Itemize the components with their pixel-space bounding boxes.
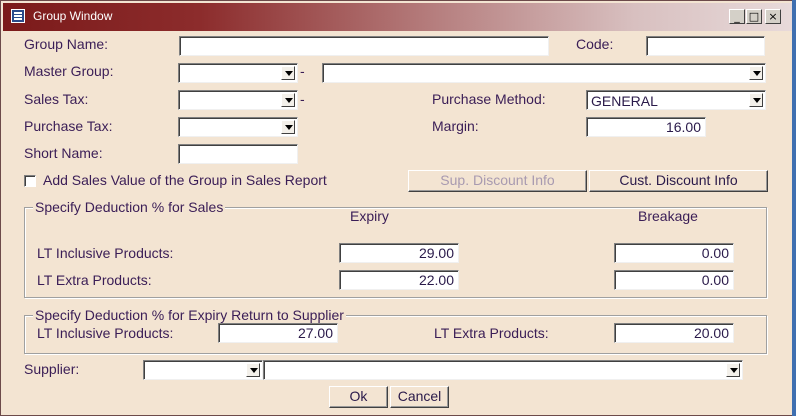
supplier-return-title: Specify Deduction % for Expiry Return to… bbox=[33, 307, 346, 323]
purchase-method-value: GENERAL bbox=[591, 93, 658, 109]
chevron-down-icon[interactable] bbox=[246, 363, 260, 377]
minimize-button[interactable]: _ bbox=[729, 9, 745, 24]
return-inclusive-input[interactable]: 27.00 bbox=[218, 323, 338, 343]
short-name-input[interactable] bbox=[178, 144, 298, 164]
sup-discount-info-button[interactable]: Sup. Discount Info bbox=[408, 170, 587, 192]
sales-inclusive-breakage-input[interactable]: 0.00 bbox=[614, 243, 734, 263]
close-button[interactable]: × bbox=[765, 9, 781, 24]
master-group-name-dropdown[interactable] bbox=[322, 63, 766, 83]
short-name-label: Short Name: bbox=[24, 145, 103, 161]
supplier-code-dropdown[interactable] bbox=[143, 360, 263, 380]
chevron-down-icon[interactable] bbox=[281, 66, 295, 80]
cust-discount-info-button[interactable]: Cust. Discount Info bbox=[589, 170, 768, 192]
window-title: Group Window bbox=[33, 9, 113, 23]
purchase-method-label: Purchase Method: bbox=[432, 91, 546, 107]
desktop-edge bbox=[792, 0, 796, 416]
code-label: Code: bbox=[576, 36, 614, 52]
chevron-down-icon[interactable] bbox=[749, 93, 763, 107]
margin-label: Margin: bbox=[432, 118, 479, 134]
title-bar[interactable]: Group Window _ □ × bbox=[3, 3, 793, 31]
chevron-down-icon[interactable] bbox=[726, 363, 740, 377]
sales-tax-dropdown[interactable] bbox=[178, 90, 298, 110]
purchase-tax-label: Purchase Tax: bbox=[24, 118, 113, 134]
sales-extra-expiry-input[interactable]: 22.00 bbox=[339, 270, 459, 290]
master-group-separator: - bbox=[300, 63, 305, 79]
group-name-input[interactable] bbox=[179, 36, 549, 56]
master-group-label: Master Group: bbox=[24, 63, 114, 79]
purchase-method-dropdown[interactable]: GENERAL bbox=[586, 90, 766, 110]
chevron-down-icon[interactable] bbox=[281, 93, 295, 107]
master-group-dropdown[interactable] bbox=[178, 63, 298, 83]
return-extra-input[interactable]: 20.00 bbox=[614, 323, 734, 343]
sales-lt-inclusive-label: LT Inclusive Products: bbox=[37, 245, 174, 261]
sales-tax-separator: - bbox=[300, 91, 305, 107]
cancel-button[interactable]: Cancel bbox=[390, 386, 449, 408]
sales-deduction-title: Specify Deduction % for Sales bbox=[33, 199, 226, 215]
add-sales-value-label: Add Sales Value of the Group in Sales Re… bbox=[43, 172, 327, 188]
window-menu-icon[interactable] bbox=[11, 9, 25, 23]
sales-extra-breakage-input[interactable]: 0.00 bbox=[614, 270, 734, 290]
supplier-label: Supplier: bbox=[24, 361, 80, 377]
breakage-column-header: Breakage bbox=[638, 208, 698, 224]
chevron-down-icon[interactable] bbox=[749, 66, 763, 80]
ok-button[interactable]: Ok bbox=[329, 386, 388, 408]
add-sales-value-checkbox[interactable] bbox=[24, 175, 36, 187]
return-lt-extra-label: LT Extra Products: bbox=[434, 325, 549, 341]
group-name-label: Group Name: bbox=[24, 36, 109, 52]
sales-lt-extra-label: LT Extra Products: bbox=[37, 272, 152, 288]
code-input[interactable] bbox=[646, 36, 765, 56]
supplier-name-dropdown[interactable] bbox=[263, 360, 743, 380]
sales-tax-label: Sales Tax: bbox=[24, 91, 89, 107]
chevron-down-icon[interactable] bbox=[281, 120, 295, 134]
margin-input[interactable]: 16.00 bbox=[586, 117, 706, 137]
purchase-tax-dropdown[interactable] bbox=[178, 117, 298, 137]
sales-inclusive-expiry-input[interactable]: 29.00 bbox=[339, 243, 459, 263]
group-window: Group Window _ □ × Group Name: Code: Mas… bbox=[0, 0, 796, 416]
return-lt-inclusive-label: LT Inclusive Products: bbox=[37, 325, 174, 341]
maximize-button[interactable]: □ bbox=[746, 9, 762, 24]
expiry-column-header: Expiry bbox=[350, 208, 389, 224]
